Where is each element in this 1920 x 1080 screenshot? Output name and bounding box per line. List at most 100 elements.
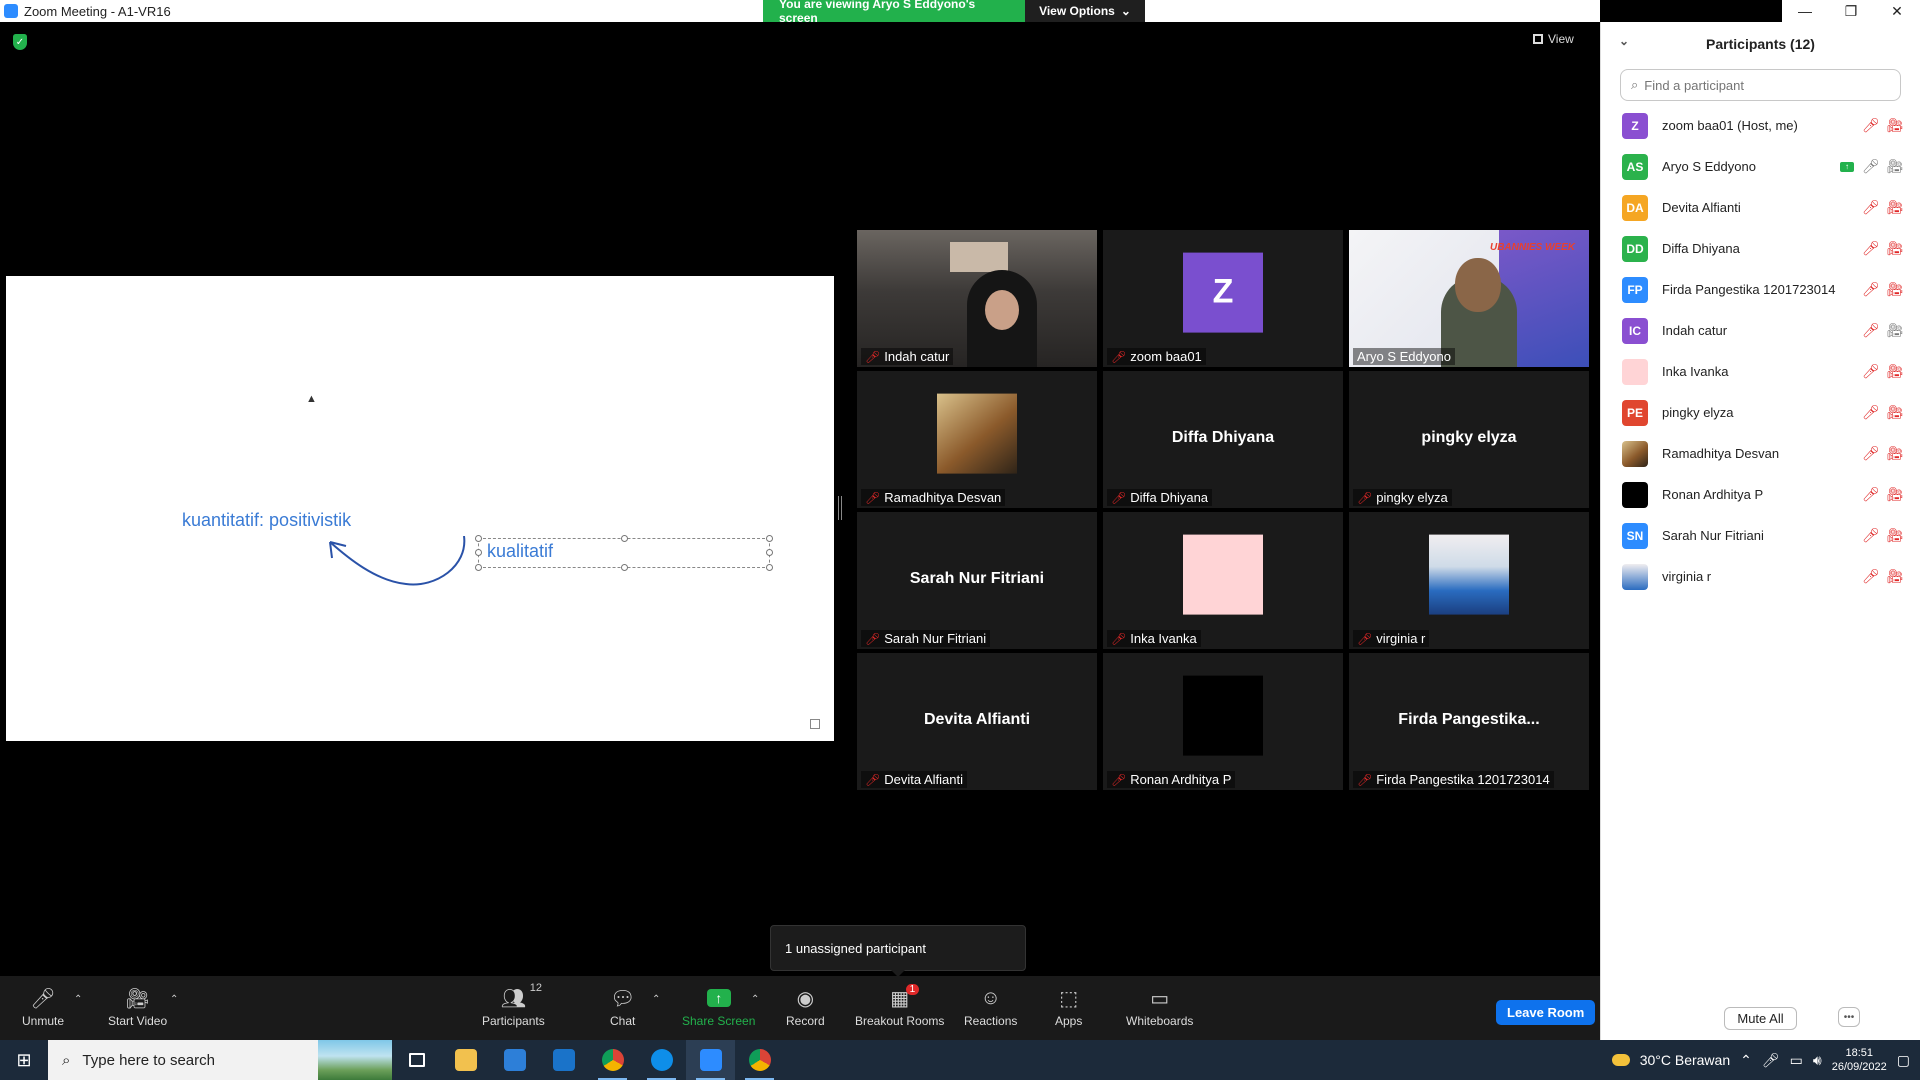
avatar	[1622, 481, 1648, 508]
avatar: DD	[1622, 235, 1648, 262]
video-tile-active-speaker[interactable]: UBANNIES WEEK Aryo S Eddyono	[1349, 230, 1589, 367]
tile-display-name: pingky elyza	[1421, 428, 1517, 446]
microsoft-store-icon[interactable]	[490, 1040, 539, 1080]
zoom-taskbar-icon[interactable]	[686, 1040, 735, 1080]
video-tile[interactable]: 🎤︎ Ronan Ardhitya P	[1103, 653, 1343, 790]
participant-name: Firda Pangestika 1201723014	[1662, 282, 1836, 297]
start-video-button[interactable]: 🎥︎ Start Video	[108, 986, 167, 1029]
video-tile[interactable]: Diffa Dhiyana 🎤︎ Diffa Dhiyana	[1103, 371, 1343, 508]
security-shield-icon[interactable]: ✓	[13, 34, 27, 50]
participant-row[interactable]: Ramadhitya Desvan 🎤︎ 🎥︎	[1601, 433, 1920, 474]
participant-row[interactable]: Inka Ivanka 🎤︎ 🎥︎	[1601, 351, 1920, 392]
mail-icon[interactable]	[539, 1040, 588, 1080]
share-screen-button[interactable]: ↑ Share Screen	[682, 986, 755, 1028]
view-button[interactable]: View	[1533, 32, 1574, 46]
tile-name-label: 🎤︎ zoom baa01	[1107, 348, 1206, 365]
record-button[interactable]: ◉ Record	[786, 986, 825, 1029]
minimize-button[interactable]: —	[1782, 0, 1828, 22]
teamviewer-icon[interactable]	[637, 1040, 686, 1080]
participants-panel: ⌄ Participants (12) ⌕ Z zoom baa01 (Host…	[1600, 22, 1920, 1040]
video-tile[interactable]: Sarah Nur Fitriani 🎤︎ Sarah Nur Fitriani	[857, 512, 1097, 649]
view-options-button[interactable]: View Options ⌄	[1025, 0, 1145, 22]
resize-handle[interactable]	[621, 564, 628, 571]
network-icon[interactable]: ▭	[1790, 1052, 1803, 1069]
reactions-button[interactable]: ☺ Reactions	[964, 986, 1017, 1029]
video-tile[interactable]: Devita Alfianti 🎤︎ Devita Alfianti	[857, 653, 1097, 790]
close-button[interactable]: ✕	[1874, 0, 1920, 22]
resize-handle[interactable]	[475, 549, 482, 556]
expand-icon[interactable]	[810, 719, 820, 729]
volume-icon[interactable]: 🔊︎	[1813, 1052, 1822, 1069]
resize-handle[interactable]	[621, 535, 628, 542]
split-divider-handle[interactable]	[838, 496, 842, 520]
mic-muted-icon: 🎤︎	[865, 490, 881, 505]
unassigned-participant-toast[interactable]: 1 unassigned participant	[770, 925, 1026, 977]
participant-search-input[interactable]	[1644, 77, 1885, 93]
mute-all-button[interactable]: Mute All	[1724, 1006, 1797, 1030]
notifications-icon[interactable]: ▢	[1897, 1052, 1910, 1069]
windows-start-icon[interactable]: ⊞	[0, 1040, 48, 1080]
leave-room-button[interactable]: Leave Room	[1496, 1000, 1596, 1025]
chat-button[interactable]: 💬︎ Chat	[610, 986, 635, 1029]
participant-row[interactable]: Z zoom baa01 (Host, me) 🎤︎ 🎥︎	[1601, 105, 1920, 146]
participant-row[interactable]: IC Indah catur 🎤︎ 🎥︎	[1601, 310, 1920, 351]
tile-name-label: 🎤︎ Diffa Dhiyana	[1107, 489, 1213, 506]
mic-muted-icon: 🎤︎	[1862, 322, 1880, 338]
mic-on-icon: 🎤︎	[1862, 158, 1880, 174]
chrome-profile-icon[interactable]	[735, 1040, 784, 1080]
weather-icon	[1611, 1054, 1630, 1066]
taskbar-search[interactable]: ⌕ Type here to search	[48, 1040, 392, 1080]
participant-row[interactable]: AS Aryo S Eddyono ↑ 🎤︎ 🎥︎	[1601, 146, 1920, 187]
shared-screen[interactable]: ▲ kuantitatif: positivistik kualitatif	[6, 276, 834, 741]
resize-handle[interactable]	[766, 564, 773, 571]
share-options-caret-icon[interactable]: ⌃	[751, 994, 759, 1005]
unmute-button[interactable]: 🎤︎ Unmute	[22, 986, 64, 1029]
video-options-caret-icon[interactable]: ⌃	[170, 994, 178, 1005]
breakout-rooms-button[interactable]: ▦ 1 Breakout Rooms	[855, 984, 944, 1028]
chevron-up-icon[interactable]: ⌃	[1740, 1052, 1752, 1069]
mic-muted-icon: 🎤︎	[1111, 349, 1127, 364]
avatar	[937, 393, 1017, 474]
video-tile[interactable]: 🎤︎ Ramadhitya Desvan	[857, 371, 1097, 508]
file-explorer-icon[interactable]	[441, 1040, 490, 1080]
avatar: DA	[1622, 194, 1648, 221]
mic-muted-icon: 🎤︎	[1862, 199, 1880, 215]
participant-search[interactable]: ⌕	[1620, 69, 1901, 101]
resize-handle[interactable]	[475, 564, 482, 571]
microphone-icon[interactable]: 🎤︎	[1762, 1052, 1780, 1069]
participant-row[interactable]: DD Diffa Dhiyana 🎤︎ 🎥︎	[1601, 228, 1920, 269]
participant-row[interactable]: PE pingky elyza 🎤︎ 🎥︎	[1601, 392, 1920, 433]
participant-row[interactable]: virginia r 🎤︎ 🎥︎	[1601, 556, 1920, 597]
video-tile[interactable]: Z 🎤︎ zoom baa01	[1103, 230, 1343, 367]
weather-text[interactable]: 30°C Berawan	[1640, 1052, 1730, 1068]
participant-row[interactable]: DA Devita Alfianti 🎤︎ 🎥︎	[1601, 187, 1920, 228]
more-options-button[interactable]: •••	[1838, 1007, 1860, 1027]
breakout-rooms-icon: ▦ 1	[890, 984, 920, 1010]
participant-row[interactable]: SN Sarah Nur Fitriani 🎤︎ 🎥︎	[1601, 515, 1920, 556]
chevron-down-icon[interactable]: ⌄	[1619, 34, 1629, 48]
participant-row[interactable]: FP Firda Pangestika 1201723014 🎤︎ 🎥︎	[1601, 269, 1920, 310]
video-tile[interactable]: 🎤︎ virginia r	[1349, 512, 1589, 649]
resize-handle[interactable]	[475, 535, 482, 542]
resize-handle[interactable]	[766, 549, 773, 556]
video-tile[interactable]: Firda Pangestika... 🎤︎ Firda Pangestika 1…	[1349, 653, 1589, 790]
chrome-icon[interactable]	[588, 1040, 637, 1080]
avatar: FP	[1622, 276, 1648, 303]
participant-list: Z zoom baa01 (Host, me) 🎤︎ 🎥︎ AS Aryo S E…	[1601, 105, 1920, 597]
apps-button[interactable]: ⬚ Apps	[1055, 986, 1082, 1029]
restore-button[interactable]: ❐	[1828, 0, 1874, 22]
video-tile[interactable]: pingky elyza 🎤︎ pingky elyza	[1349, 371, 1589, 508]
video-tile[interactable]: 🎤︎ Inka Ivanka	[1103, 512, 1343, 649]
whiteboards-button[interactable]: ▭ Whiteboards	[1126, 986, 1193, 1029]
video-tile[interactable]: 🎤︎ Indah catur	[857, 230, 1097, 367]
chat-options-caret-icon[interactable]: ⌃	[652, 994, 660, 1005]
resize-handle[interactable]	[766, 535, 773, 542]
participants-button[interactable]: 👥︎ 12 Participants	[482, 982, 545, 1028]
tile-name-label: Aryo S Eddyono	[1353, 348, 1455, 365]
participant-name: pingky elyza	[1662, 405, 1734, 420]
participant-row[interactable]: Ronan Ardhitya P 🎤︎ 🎥︎	[1601, 474, 1920, 515]
audio-options-caret-icon[interactable]: ⌃	[74, 994, 82, 1005]
task-view-icon[interactable]	[392, 1040, 441, 1080]
whiteboard-textbox[interactable]: kualitatif	[475, 535, 773, 571]
clock[interactable]: 18:51 26/09/2022	[1832, 1046, 1887, 1074]
